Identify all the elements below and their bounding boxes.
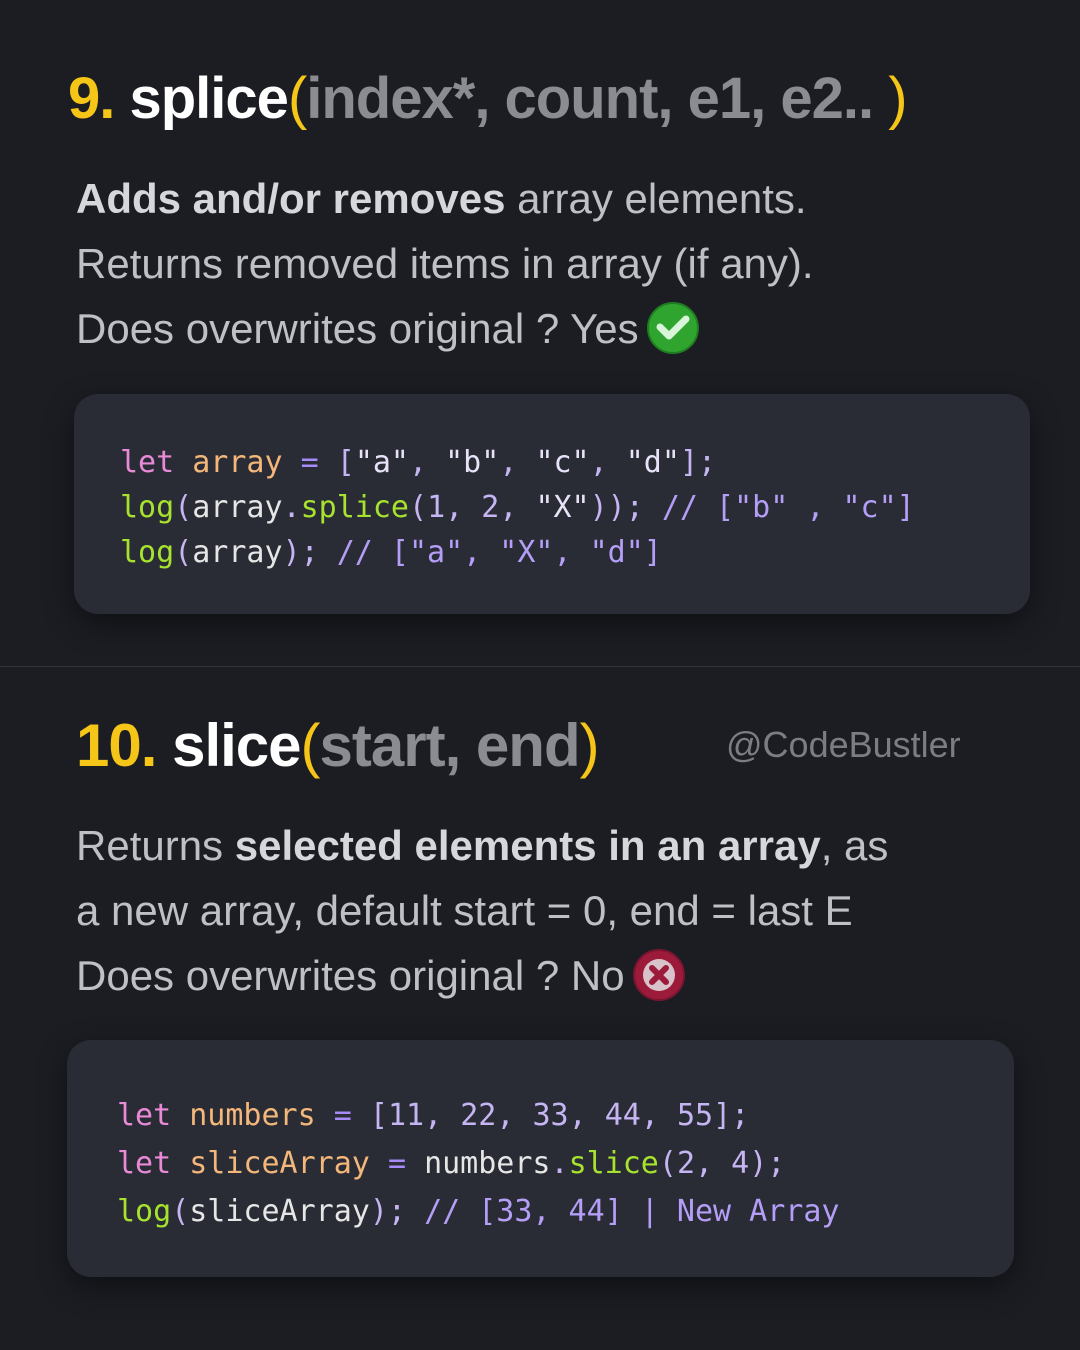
splice-code-block: let array = ["a", "b", "c", "d"]; log(arr…: [74, 394, 1030, 614]
splice-overwrite-text: Does overwrites original ? Yes: [76, 305, 639, 352]
slice-desc-bold: selected elements in an array: [234, 822, 821, 869]
slice-desc-pre: Returns: [76, 822, 235, 869]
code-line: let array = ["a", "b", "c", "d"];: [120, 445, 717, 480]
splice-desc-bold: Adds and/or removes: [76, 175, 506, 222]
slice-number: 10.: [76, 712, 157, 779]
slice-overwrite-text: Does overwrites original ? No: [76, 952, 625, 999]
slice-close-paren: ): [579, 712, 600, 779]
splice-desc-line-2: Returns removed items in array (if any).: [76, 240, 814, 287]
check-circle-icon: [646, 301, 699, 354]
code-line: let numbers = [11, 22, 33, 44, 55];: [117, 1098, 750, 1133]
author-watermark: @CodeBustler: [726, 724, 961, 765]
slice-code: let numbers = [11, 22, 33, 44, 55]; let s…: [117, 1092, 839, 1236]
slice-params: start, end: [319, 712, 581, 779]
splice-close-paren: ): [888, 66, 907, 131]
slice-desc-post: , as: [820, 822, 889, 869]
code-line: let sliceArray = numbers.slice(2, 4);: [117, 1146, 786, 1181]
code-line: log(array); // ["a", "X", "d"]: [120, 535, 662, 570]
slice-section: 10. slice(start, end) @CodeBustler Retur…: [0, 667, 1080, 1350]
slice-desc-line-2: a new array, default start = 0, end = la…: [76, 887, 853, 934]
slice-description: Returns selected elements in an array, a…: [76, 813, 888, 1008]
splice-method-name: splice: [129, 66, 289, 131]
code-line: log(sliceArray); // [33, 44] | New Array: [117, 1194, 840, 1229]
slice-method-name: slice: [172, 712, 301, 779]
splice-description: Adds and/or removes array elements. Retu…: [76, 166, 814, 361]
splice-number: 9.: [68, 66, 115, 131]
splice-code: let array = ["a", "b", "c", "d"]; log(arr…: [120, 440, 915, 575]
splice-heading: 9. splice(index*, count, e1, e2.. ): [68, 70, 908, 128]
x-circle-icon: [632, 948, 685, 1001]
slice-heading: 10. slice(start, end): [76, 716, 600, 776]
code-line: log(array.splice(1, 2, "X")); // ["b" , …: [120, 490, 915, 525]
splice-desc-line-3: Does overwrites original ? Yes: [76, 296, 814, 361]
splice-desc-line-1: Adds and/or removes array elements.: [76, 166, 814, 231]
slice-code-block: let numbers = [11, 22, 33, 44, 55]; let s…: [67, 1040, 1014, 1277]
slice-open-paren: (: [300, 712, 321, 779]
splice-open-paren: (: [287, 66, 307, 131]
slice-desc-line-3: Does overwrites original ? No: [76, 943, 888, 1008]
splice-section: 9. splice(index*, count, e1, e2.. ) Adds…: [0, 0, 1080, 666]
splice-desc-rest: array elements.: [505, 175, 807, 222]
slice-desc-line-1: Returns selected elements in an array, a…: [76, 813, 888, 878]
splice-params: index*, count, e1, e2..: [306, 66, 889, 131]
